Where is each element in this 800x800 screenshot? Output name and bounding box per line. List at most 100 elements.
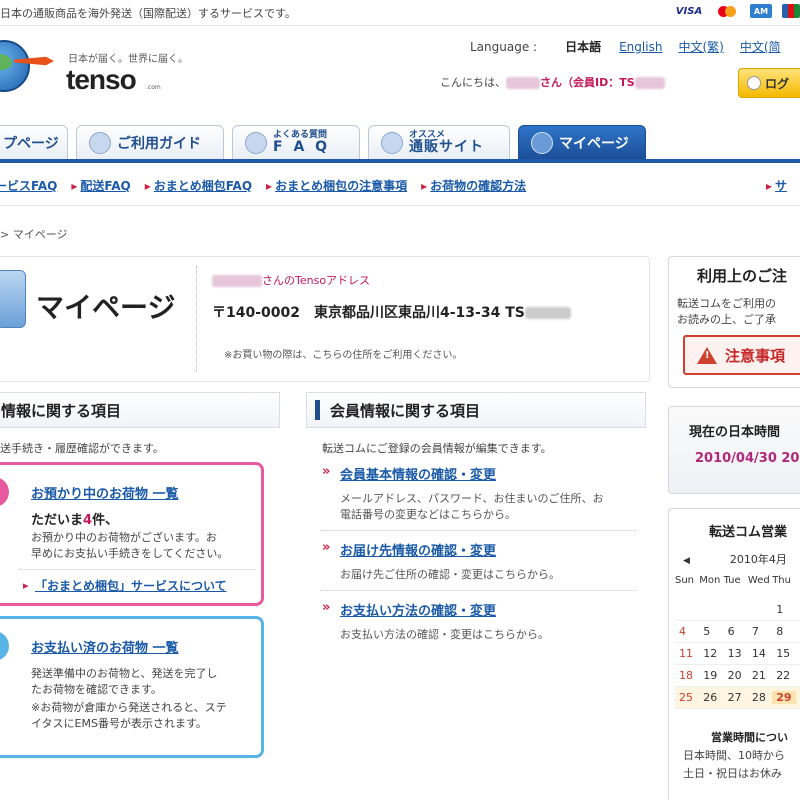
amex-icon: AM bbox=[750, 4, 772, 18]
held-packages-box: お預かり中のお荷物 一覧 ただいま4件、 お預かり中のお荷物がございます。お 早… bbox=[0, 462, 264, 606]
payment-method-desc: お支払い方法の確認・変更はこちらから。 bbox=[340, 628, 549, 641]
member-basic-info-link[interactable]: 会員基本情報の確認・変更 bbox=[340, 464, 496, 483]
main-nav: プページ ご利用ガイド よくある質問 F A Q オススメ 通販サイト マイページ bbox=[0, 121, 800, 163]
double-arrow-icon: » bbox=[322, 540, 331, 555]
consolidation-service-link[interactable]: 「おまとめ梱包」サービスについて bbox=[35, 577, 227, 594]
calendar-week: 11 12 13 14 15 bbox=[675, 643, 800, 665]
logout-icon bbox=[747, 76, 761, 90]
book-icon bbox=[89, 131, 111, 154]
calendar-month: 2010年4月 bbox=[729, 553, 787, 566]
member-basic-info-desc-2: 電話番号の変更などはこちらから。 bbox=[340, 508, 516, 521]
business-calendar-box: 転送コム営業 ◀ 2010年4月 Sun Mon Tue Wed Thu 1 45… bbox=[668, 508, 800, 800]
arrow-icon: ▸ bbox=[23, 579, 29, 592]
sub-nav: ービスFAQ 配送FAQ おまとめ梱包FAQ おまとめ梱包の注意事項 お荷物の確… bbox=[0, 166, 800, 206]
logo-suffix: .com bbox=[146, 84, 161, 91]
subnav-service-faq[interactable]: ービスFAQ bbox=[0, 177, 57, 194]
usage-notice-title: 利用上のご注 bbox=[697, 267, 788, 285]
subnav-package-check[interactable]: お荷物の確認方法 bbox=[421, 177, 526, 194]
delivery-address-desc: お届け先ご住所の確認・変更はこちらから。 bbox=[340, 568, 560, 581]
paid-packages-box: お支払い済のお荷物 一覧 発送準備中のお荷物と、発送を完了し たお荷物を確認でき… bbox=[0, 616, 264, 758]
payment-method-link[interactable]: お支払い方法の確認・変更 bbox=[340, 600, 496, 619]
jcb-icon bbox=[782, 4, 800, 18]
package-icon bbox=[0, 631, 9, 661]
masked-username bbox=[212, 275, 262, 287]
business-hours-line-2: 土日・祝日はお休み bbox=[683, 767, 782, 780]
logout-button[interactable]: ログ bbox=[738, 68, 800, 98]
tab-faq[interactable]: よくある質問 F A Q bbox=[232, 125, 360, 159]
calendar-week: 18 19 20 21 22 bbox=[675, 665, 800, 687]
logo-text[interactable]: tenso bbox=[66, 64, 137, 96]
tab-mypage[interactable]: マイページ bbox=[518, 125, 646, 159]
masked-address-id bbox=[524, 307, 571, 319]
language-switcher: Language : 日本語 English 中文(繁) 中文(简 bbox=[470, 38, 797, 55]
paid-desc-line-1: 発送準備中のお荷物と、発送を完了し bbox=[31, 667, 218, 680]
visa-icon: VISA bbox=[675, 5, 703, 17]
tab-guide[interactable]: ご利用ガイド bbox=[76, 125, 224, 159]
calendar-weekdays: Sun Mon Tue Wed Thu bbox=[675, 575, 791, 586]
header: 日本が届く。世界に届く。 tenso .com Language : 日本語 E… bbox=[0, 26, 800, 120]
divider bbox=[19, 569, 255, 570]
usage-notice-box: 利用上のご注 転送コムをご利用の お読みの上、ご了承 注意事項 bbox=[668, 256, 800, 388]
tenso-address: 〒140-0002 東京都品川区東品川4-13-34 TS bbox=[212, 302, 571, 322]
subnav-more[interactable]: サ bbox=[766, 177, 787, 194]
tab-top-page[interactable]: プページ bbox=[0, 125, 68, 159]
usage-notice-line-1: 転送コムをご利用の bbox=[677, 297, 776, 310]
subnav-consolidation-faq[interactable]: おまとめ梱包FAQ bbox=[145, 177, 252, 194]
divider bbox=[196, 266, 197, 372]
package-icon bbox=[0, 477, 9, 507]
calendar-grid: 1 45678 11 12 13 14 15 18 19 20 21 22 25 26 27 28 29 bbox=[675, 599, 800, 709]
prev-month-icon[interactable]: ◀ bbox=[683, 556, 690, 566]
held-packages-link[interactable]: お預かり中のお荷物 一覧 bbox=[31, 483, 179, 502]
section-bar bbox=[315, 400, 320, 420]
top-bar: 日本の通販商品を海外発送（国際配送）するサービスです。 VISA AM bbox=[0, 0, 800, 26]
notice-button[interactable]: 注意事項 bbox=[683, 335, 800, 375]
language-zh-trad-link[interactable]: 中文(繁) bbox=[678, 38, 723, 55]
japan-time-value: 2010/04/30 20 bbox=[695, 451, 800, 466]
service-description: 日本の通販商品を海外発送（国際配送）するサービスです。 bbox=[0, 7, 296, 20]
language-japanese: 日本語 bbox=[565, 40, 602, 54]
japan-time-title: 現在の日本時間 bbox=[689, 425, 781, 440]
business-hours-title: 営業時間につい bbox=[711, 731, 788, 744]
subnav-shipping-faq[interactable]: 配送FAQ bbox=[71, 177, 130, 194]
breadcrumb: > マイページ bbox=[0, 228, 68, 241]
subnav-consolidation-notes[interactable]: おまとめ梱包の注意事項 bbox=[266, 177, 407, 194]
globe-logo-icon[interactable] bbox=[0, 40, 30, 92]
masked-member-id bbox=[634, 77, 665, 89]
mypage-icon bbox=[531, 131, 553, 154]
mastercard-icon bbox=[714, 4, 740, 18]
delivery-address-link[interactable]: お届け先情報の確認・変更 bbox=[340, 540, 496, 559]
japan-time-box: 現在の日本時間 2010/04/30 20 bbox=[668, 406, 800, 494]
calendar-week: 25 26 27 28 29 bbox=[675, 687, 800, 709]
paid-packages-link[interactable]: お支払い済のお荷物 一覧 bbox=[31, 637, 179, 656]
language-english-link[interactable]: English bbox=[619, 40, 662, 54]
tagline: 日本が届く。世界に届く。 bbox=[68, 54, 188, 65]
calendar-title: 転送コム営業 bbox=[709, 525, 788, 540]
calendar-week: 1 bbox=[675, 599, 800, 621]
question-icon bbox=[245, 131, 267, 154]
held-desc-line-2: 早めにお支払い手続きをしてください。 bbox=[31, 547, 229, 560]
paid-desc-line-2: たお荷物を確認できます。 bbox=[31, 683, 162, 696]
warning-icon bbox=[697, 346, 717, 364]
business-hours-line-1: 日本時間、10時から bbox=[683, 749, 785, 762]
paid-desc-line-4: イタスにEMS番号が表示されます。 bbox=[31, 717, 207, 730]
double-arrow-icon: » bbox=[322, 464, 331, 479]
usage-notice-line-2: お読みの上、ご了承 bbox=[677, 313, 776, 326]
double-arrow-icon: » bbox=[322, 600, 331, 615]
held-count: ただいま4件、 bbox=[31, 513, 119, 528]
member-section-header: 会員情報に関する項目 bbox=[306, 392, 646, 428]
paid-desc-line-3: ※お荷物が倉庫から発送されると、ステ bbox=[31, 701, 227, 714]
address-owner: さんのTensoアドレス bbox=[212, 272, 370, 288]
mypage-icon bbox=[0, 270, 26, 328]
tab-recommended-shops[interactable]: オススメ 通販サイト bbox=[368, 125, 510, 159]
language-label: Language : bbox=[470, 39, 538, 54]
shop-icon bbox=[381, 131, 403, 154]
address-note: ※お買い物の際は、こちらの住所をご利用ください。 bbox=[224, 350, 463, 361]
member-section-desc: 転送コムにご登録の会員情報が編集できます。 bbox=[322, 442, 552, 455]
greeting: こんにちは、 さん（会員ID：TS bbox=[440, 74, 665, 90]
divider bbox=[320, 530, 636, 531]
page-title: マイページ bbox=[36, 291, 176, 324]
held-desc-line-1: お預かり中のお荷物がございます。お bbox=[31, 531, 217, 544]
calendar-nav: ◀ 2010年4月 bbox=[683, 551, 787, 567]
language-zh-simp-link[interactable]: 中文(简 bbox=[740, 38, 781, 55]
calendar-week: 45678 bbox=[675, 621, 800, 643]
